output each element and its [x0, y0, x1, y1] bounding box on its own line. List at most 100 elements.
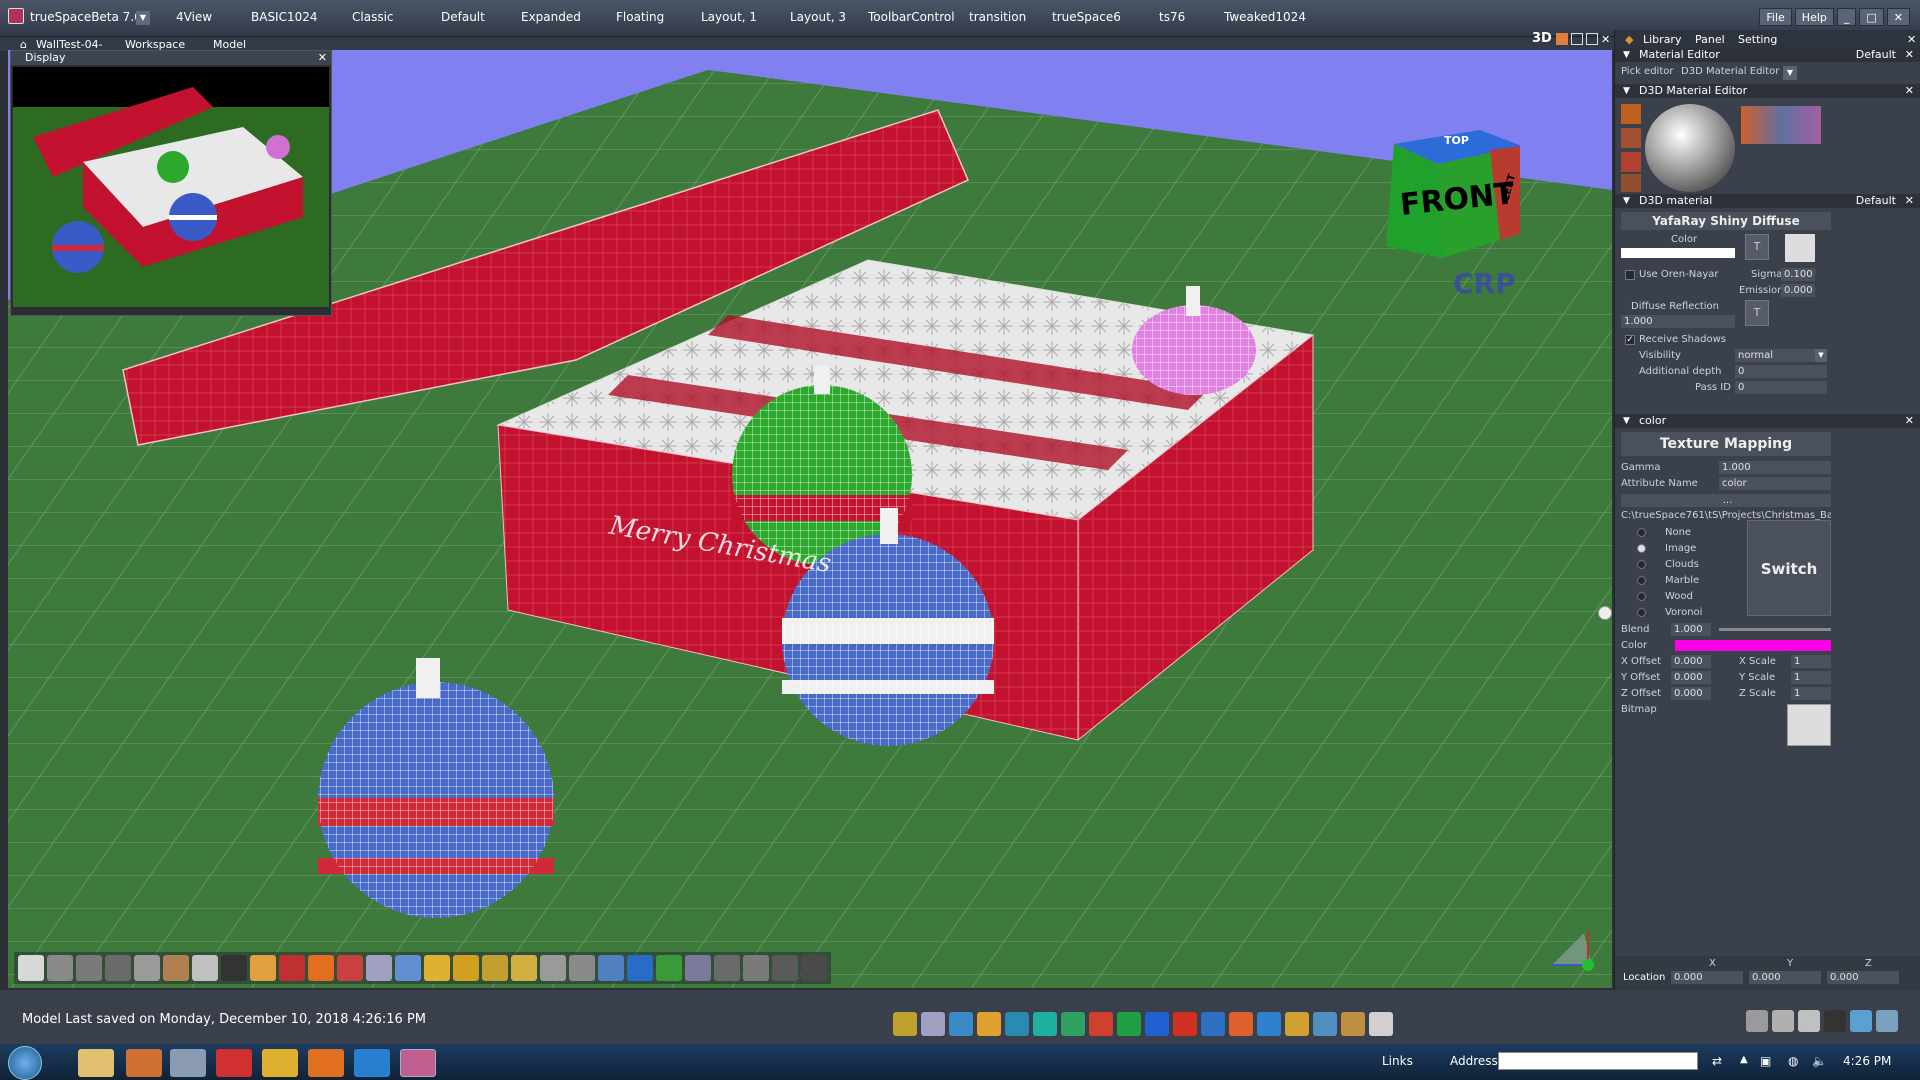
collapse-icon[interactable]: ▼: [1623, 84, 1630, 98]
attribute-name-field[interactable]: color: [1719, 477, 1831, 490]
diffuse-reflection-field[interactable]: 1.000: [1621, 315, 1735, 328]
texture-thumbnail[interactable]: [1785, 234, 1815, 262]
file-menu[interactable]: File: [1759, 8, 1792, 26]
maximize-icon[interactable]: [1571, 33, 1583, 45]
z-axis-icon[interactable]: [1173, 1012, 1197, 1036]
y-scale-field[interactable]: 1: [1791, 671, 1831, 684]
x-offset-field[interactable]: 0.000: [1671, 655, 1711, 668]
minimize-icon[interactable]: _: [1836, 8, 1857, 26]
location-z-field[interactable]: 0.000: [1827, 971, 1899, 984]
layout-tab[interactable]: Default: [441, 10, 485, 24]
wood-icon[interactable]: [163, 955, 189, 981]
chrome-icon[interactable]: [262, 1049, 298, 1077]
media-icon[interactable]: [126, 1049, 162, 1077]
close-icon[interactable]: ✕: [1905, 48, 1914, 62]
rotate-icon[interactable]: [921, 1012, 945, 1036]
pick-editor-value[interactable]: D3D Material Editor: [1681, 66, 1779, 77]
gear-icon[interactable]: [801, 955, 827, 981]
texture-radio-clouds[interactable]: [1637, 560, 1646, 569]
texture-radio-none[interactable]: [1637, 528, 1646, 537]
viewport-handle-icon[interactable]: [1598, 606, 1612, 620]
material-editor-header[interactable]: ▼ Material Editor Default ✕: [1615, 48, 1920, 62]
texture-radio-voronoi[interactable]: [1637, 608, 1646, 617]
security-icon[interactable]: ◍: [1788, 1054, 1798, 1068]
color-swatch[interactable]: [1675, 640, 1831, 651]
close-icon[interactable]: ✕: [1905, 84, 1914, 98]
texture-radio-marble[interactable]: [1637, 576, 1646, 585]
package-icon[interactable]: [1341, 1012, 1365, 1036]
cube-icon[interactable]: [76, 955, 102, 981]
light-icon[interactable]: [250, 955, 276, 981]
d3d-editor-header[interactable]: ▼ D3D Material Editor ✕: [1615, 84, 1920, 98]
torus-icon[interactable]: [221, 955, 247, 981]
x-scale-field[interactable]: 1: [1791, 655, 1831, 668]
sigma-field[interactable]: 0.100: [1781, 268, 1815, 281]
layout-tab[interactable]: 4View: [176, 10, 212, 24]
bitmap-thumbnail[interactable]: [1787, 704, 1831, 746]
paint-icon[interactable]: [1621, 104, 1641, 124]
tab-library[interactable]: Library: [1643, 33, 1681, 46]
magnet-icon[interactable]: [1257, 1012, 1281, 1036]
color-section-header[interactable]: ▼ color ✕: [1615, 414, 1920, 428]
z-offset-field[interactable]: 0.000: [1671, 687, 1711, 700]
links-label[interactable]: Links: [1382, 1054, 1413, 1068]
explorer-icon[interactable]: [78, 1049, 114, 1077]
brush-icon[interactable]: [1556, 33, 1568, 45]
additional-depth-field[interactable]: 0: [1735, 365, 1827, 378]
gamma-field[interactable]: 1.000: [1719, 461, 1831, 474]
pick-icon[interactable]: [1621, 174, 1641, 192]
object-tool-icon[interactable]: [47, 955, 73, 981]
paint-icon[interactable]: [192, 955, 218, 981]
layers-icon[interactable]: [1005, 1012, 1029, 1036]
sphere-icon[interactable]: [395, 955, 421, 981]
tab-panel[interactable]: Panel: [1695, 33, 1725, 46]
close-icon[interactable]: ✕: [318, 51, 327, 65]
location-y-field[interactable]: 0.000: [1749, 971, 1821, 984]
texture-button[interactable]: T: [1745, 300, 1769, 326]
visibility-select[interactable]: normal: [1735, 349, 1815, 362]
view-icon[interactable]: [1798, 1010, 1820, 1032]
material-cube-icon[interactable]: [656, 955, 682, 981]
chevron-down-icon[interactable]: ▼: [1783, 66, 1797, 80]
browse-button[interactable]: ...: [1621, 494, 1831, 507]
library-icon[interactable]: ◆: [1625, 33, 1633, 46]
cube-icon[interactable]: [1033, 1012, 1057, 1036]
firefox-icon[interactable]: [308, 1049, 344, 1077]
texture-radio-wood[interactable]: [1637, 592, 1646, 601]
collapse-icon[interactable]: ▼: [1623, 414, 1630, 428]
layout-tab[interactable]: ToolbarControl: [868, 10, 955, 24]
shield-icon[interactable]: [569, 955, 595, 981]
wand-icon[interactable]: [366, 955, 392, 981]
grid-icon[interactable]: [453, 955, 479, 981]
uv-icon[interactable]: [598, 955, 624, 981]
restore-icon[interactable]: [1586, 33, 1598, 45]
view-icon[interactable]: [1746, 1010, 1768, 1032]
x-axis-icon[interactable]: [1117, 1012, 1141, 1036]
close-icon[interactable]: ✕: [1601, 33, 1610, 46]
collapse-icon[interactable]: ▼: [1623, 194, 1630, 208]
bones-icon[interactable]: [714, 955, 740, 981]
browser-icon[interactable]: [354, 1049, 390, 1077]
camera-icon[interactable]: [1824, 1010, 1846, 1032]
texture-radio-image[interactable]: [1637, 544, 1646, 553]
network-icon[interactable]: [772, 955, 798, 981]
blend-slider[interactable]: [1719, 628, 1831, 631]
texture-button[interactable]: T: [1745, 234, 1769, 260]
axis-icon[interactable]: [1089, 1012, 1113, 1036]
volume-icon[interactable]: 🔈: [1812, 1054, 1827, 1068]
d3d-material-header[interactable]: ▼ D3D material Default ✕: [1615, 194, 1920, 208]
close-icon[interactable]: ✕: [1905, 414, 1914, 428]
undo-icon[interactable]: [1201, 1012, 1225, 1036]
material-editor-preset[interactable]: Default: [1856, 48, 1896, 62]
camera-icon[interactable]: [1313, 1012, 1337, 1036]
link-icon[interactable]: [337, 955, 363, 981]
chevron-down-icon[interactable]: ▼: [136, 11, 150, 25]
address-input[interactable]: [1498, 1052, 1698, 1070]
close-icon[interactable]: ✕: [1905, 194, 1914, 208]
layers-icon[interactable]: [105, 955, 131, 981]
maximize-icon[interactable]: □: [1859, 8, 1884, 26]
layout-tab[interactable]: Layout, 1: [701, 10, 757, 24]
layout-tab[interactable]: transition: [969, 10, 1026, 24]
clock[interactable]: 4:26 PM: [1843, 1054, 1891, 1068]
record-icon[interactable]: [279, 955, 305, 981]
